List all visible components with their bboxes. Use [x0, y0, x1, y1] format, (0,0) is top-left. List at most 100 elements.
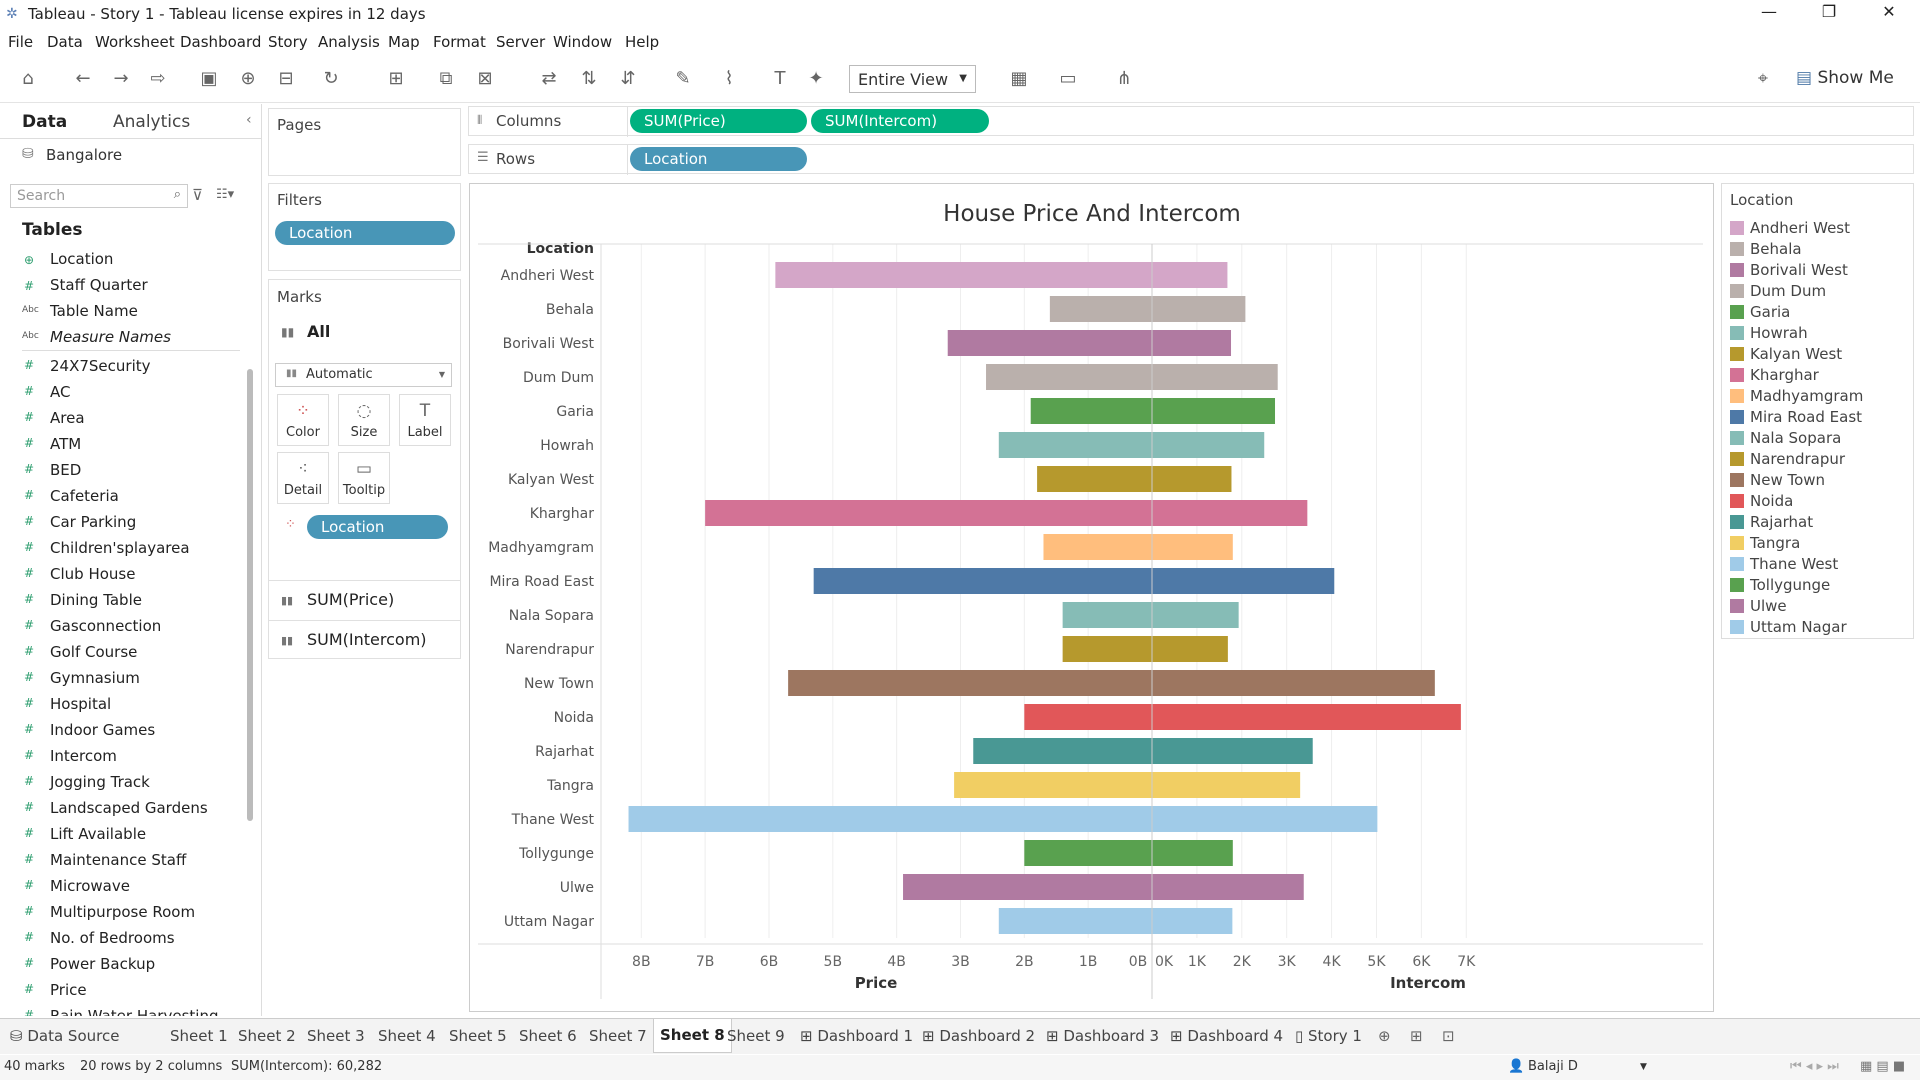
- price-bar[interactable]: [1030, 398, 1152, 424]
- field-item[interactable]: Jogging Track: [50, 773, 150, 791]
- sort-asc-icon[interactable]: ⇅: [576, 68, 602, 89]
- columns-shelf[interactable]: ⦀ Columns SUM(Price) SUM(Intercom): [468, 106, 1914, 137]
- menu-map[interactable]: Map: [388, 33, 420, 51]
- field-item[interactable]: Golf Course: [50, 643, 137, 661]
- field-item[interactable]: Power Backup: [50, 955, 155, 973]
- price-bar[interactable]: [1037, 466, 1152, 492]
- filter-icon[interactable]: ⊽: [192, 186, 203, 204]
- sheet-tab[interactable]: Sheet 3: [307, 1027, 365, 1045]
- row-label[interactable]: Mira Road East: [489, 574, 594, 590]
- scrollbar[interactable]: [247, 369, 253, 821]
- sheet-tab[interactable]: Sheet 1: [170, 1027, 228, 1045]
- columns-pill-intercom[interactable]: SUM(Intercom): [811, 109, 989, 133]
- label-button[interactable]: T Label: [399, 394, 451, 446]
- row-label[interactable]: Tollygunge: [518, 846, 594, 862]
- price-bar[interactable]: [775, 262, 1152, 288]
- tab-analytics[interactable]: Analytics: [113, 112, 190, 132]
- row-label[interactable]: Kalyan West: [508, 472, 595, 488]
- new-sheet-icon[interactable]: ⊕: [1378, 1027, 1391, 1045]
- menu-format[interactable]: Format: [433, 33, 486, 51]
- field-item[interactable]: Table Name: [50, 302, 138, 320]
- highlight-icon[interactable]: ✎: [670, 68, 696, 89]
- field-item[interactable]: Dining Table: [50, 591, 142, 609]
- sheet-tab[interactable]: Sheet 8: [653, 1019, 732, 1053]
- menu-dashboard[interactable]: Dashboard: [180, 33, 261, 51]
- field-item[interactable]: Cafeteria: [50, 487, 119, 505]
- datasource-name[interactable]: Bangalore: [46, 146, 122, 164]
- menu-window[interactable]: Window: [553, 33, 612, 51]
- group-icon[interactable]: ⌇: [716, 68, 742, 89]
- labels-icon[interactable]: T: [767, 68, 793, 89]
- legend-item[interactable]: Uttam Nagar: [1730, 618, 1847, 636]
- undo-icon[interactable]: ←: [70, 68, 96, 89]
- swap-icon[interactable]: ⇄: [536, 68, 562, 89]
- menu-server[interactable]: Server: [496, 33, 545, 51]
- legend-item[interactable]: Ulwe: [1730, 597, 1787, 615]
- sheet-tab[interactable]: ▯ Story 1: [1295, 1027, 1362, 1045]
- legend-item[interactable]: Howrah: [1730, 324, 1808, 342]
- row-label[interactable]: Andheri West: [501, 268, 595, 284]
- sheet-tab[interactable]: ⊞ Dashboard 2: [922, 1027, 1035, 1045]
- field-item[interactable]: Staff Quarter: [50, 276, 148, 294]
- sheet-tab[interactable]: Sheet 5: [449, 1027, 507, 1045]
- row-label[interactable]: Nala Sopara: [509, 608, 594, 624]
- home-icon[interactable]: ⌂: [15, 68, 41, 89]
- show-me-button[interactable]: ▤ Show Me: [1796, 68, 1894, 88]
- row-label[interactable]: Behala: [546, 302, 594, 318]
- intercom-bar[interactable]: [1152, 330, 1232, 356]
- intercom-bar[interactable]: [1152, 704, 1461, 730]
- field-item[interactable]: Club House: [50, 565, 135, 583]
- field-item[interactable]: Maintenance Staff: [50, 851, 186, 869]
- row-label[interactable]: Narendrapur: [505, 642, 594, 658]
- price-bar[interactable]: [954, 772, 1152, 798]
- intercom-bar[interactable]: [1152, 670, 1435, 696]
- row-label[interactable]: Madhyamgram: [488, 540, 594, 556]
- sheet-tab[interactable]: Sheet 7: [589, 1027, 647, 1045]
- sheet-tab[interactable]: Sheet 4: [378, 1027, 436, 1045]
- menu-worksheet[interactable]: Worksheet: [95, 33, 175, 51]
- marks-all-tab[interactable]: All: [307, 322, 330, 341]
- price-bar[interactable]: [705, 500, 1152, 526]
- legend-item[interactable]: Dum Dum: [1730, 282, 1826, 300]
- field-item[interactable]: Area: [50, 409, 85, 427]
- color-legend[interactable]: Location Andheri West Behala Borivali West…: [1721, 183, 1914, 639]
- search-input[interactable]: Search ⌕: [10, 184, 188, 208]
- field-item[interactable]: Hospital: [50, 695, 111, 713]
- row-label[interactable]: Dum Dum: [523, 370, 594, 386]
- sheet-tab[interactable]: Sheet 6: [519, 1027, 577, 1045]
- row-label[interactable]: Rajarhat: [535, 744, 594, 760]
- legend-item[interactable]: New Town: [1730, 471, 1825, 489]
- view-size-select[interactable]: Entire View ▼: [849, 65, 976, 93]
- restore-icon[interactable]: ❐: [1806, 2, 1852, 26]
- mark-type-select[interactable]: ▮▮ Automatic ▼: [275, 363, 452, 387]
- format-painter-icon[interactable]: ⌖: [1750, 68, 1776, 89]
- save-icon[interactable]: ▣: [196, 68, 222, 89]
- legend-item[interactable]: Tangra: [1730, 534, 1800, 552]
- intercom-bar[interactable]: [1152, 840, 1233, 866]
- legend-item[interactable]: Narendrapur: [1730, 450, 1845, 468]
- legend-item[interactable]: Nala Sopara: [1730, 429, 1841, 447]
- menu-story[interactable]: Story: [268, 33, 308, 51]
- rows-shelf[interactable]: ☰ Rows Location: [468, 144, 1914, 175]
- field-item[interactable]: Price: [50, 981, 87, 999]
- field-item[interactable]: Measure Names: [50, 328, 171, 346]
- menu-data[interactable]: Data: [47, 33, 83, 51]
- presentation-icon[interactable]: ▭: [1055, 68, 1081, 89]
- intercom-bar[interactable]: [1152, 534, 1233, 560]
- sheet-tab[interactable]: ⊞ Dashboard 3: [1046, 1027, 1159, 1045]
- field-item[interactable]: Indoor Games: [50, 721, 155, 739]
- price-bar[interactable]: [947, 330, 1152, 356]
- field-item[interactable]: Lift Available: [50, 825, 146, 843]
- fix-axes-icon[interactable]: ✦: [803, 68, 829, 89]
- price-bar[interactable]: [1049, 296, 1152, 322]
- menu-help[interactable]: Help: [625, 33, 659, 51]
- intercom-bar[interactable]: [1152, 908, 1233, 934]
- row-label[interactable]: Kharghar: [530, 506, 594, 522]
- new-dashboard-icon[interactable]: ⊞: [1410, 1027, 1423, 1045]
- close-icon[interactable]: ✕: [1866, 2, 1912, 26]
- sheet-tab[interactable]: Sheet 2: [238, 1027, 296, 1045]
- intercom-bar[interactable]: [1152, 500, 1308, 526]
- row-label[interactable]: Garia: [556, 404, 594, 420]
- field-item[interactable]: No. of Bedrooms: [50, 929, 175, 947]
- tab-data[interactable]: Data: [22, 112, 67, 132]
